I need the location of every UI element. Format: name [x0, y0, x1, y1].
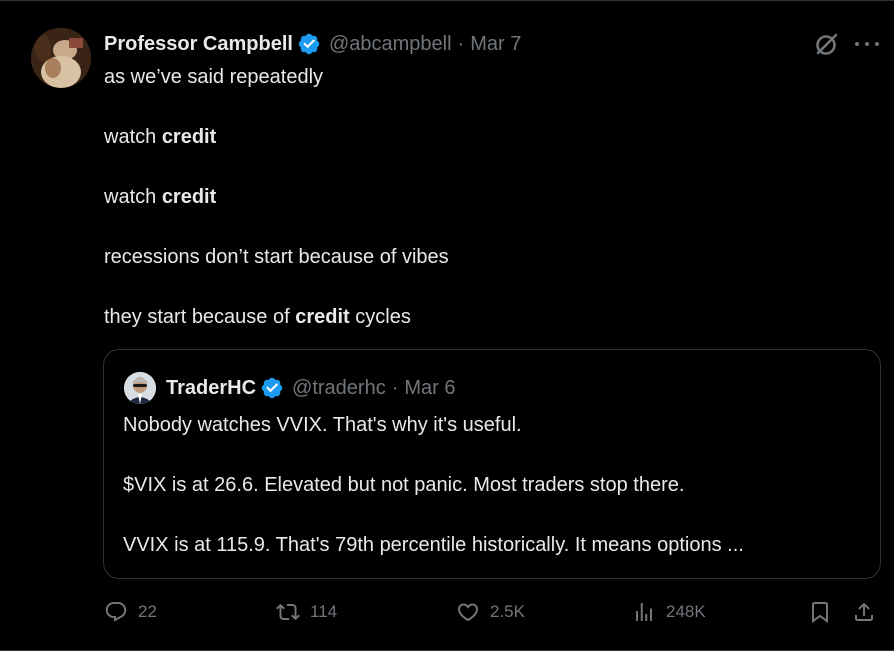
reply-button[interactable]: 22: [104, 597, 157, 627]
share-icon: [855, 602, 873, 621]
views-count: 248K: [666, 602, 706, 621]
quoted-tweet-text: Nobody watches VVIX. That's why it's use…: [123, 410, 863, 590]
tweet-paragraph: watch credit: [104, 186, 217, 208]
more-icon[interactable]: [855, 34, 879, 54]
quoted-tweet-paragraph: Nobody watches VVIX. That's why it's use…: [123, 414, 522, 436]
author-handle[interactable]: @abcampbell: [329, 33, 452, 56]
quoted-author-handle: @traderhc: [292, 376, 386, 399]
quoted-tweet-date: Mar 6: [404, 376, 456, 399]
painting-portrait-icon: [31, 28, 91, 88]
views-icon: [636, 603, 652, 621]
person-portrait-icon: [124, 372, 156, 404]
tweet-paragraph: recessions don’t start because of vibes: [104, 246, 449, 268]
quoted-author-display-name: TraderHC: [166, 376, 257, 399]
tweet[interactable]: Professor Campbell @abcampbell · Mar 7 a…: [0, 0, 894, 651]
quoted-author-avatar[interactable]: [124, 372, 156, 404]
grok-icon[interactable]: [814, 31, 840, 57]
verified-badge-icon: [261, 377, 283, 399]
quoted-tweet-paragraph: VVIX is at 115.9. That's 79th percentile…: [123, 534, 744, 556]
retweet-icon: [276, 603, 300, 621]
tweet-paragraph: watch credit: [104, 126, 217, 148]
tweet-text: as we’ve said repeatedly watch credit wa…: [104, 62, 864, 362]
author-display-name[interactable]: Professor Campbell: [104, 33, 293, 56]
like-button[interactable]: 2.5K: [456, 597, 525, 627]
views-button[interactable]: 248K: [632, 597, 706, 627]
quoted-tweet[interactable]: TraderHC @traderhc · Mar 6 Nobody watche…: [103, 349, 881, 579]
retweet-count: 114: [310, 602, 338, 621]
tweet-actions: 22 114 2.5K 248K: [104, 597, 880, 627]
verified-badge-icon[interactable]: [297, 32, 321, 56]
tweet-header: Professor Campbell @abcampbell · Mar 7: [104, 29, 521, 59]
tweet-paragraph: they start because of credit cycles: [104, 306, 411, 328]
heart-icon: [457, 603, 479, 622]
like-count: 2.5K: [490, 602, 525, 621]
separator-dot: ·: [391, 376, 399, 399]
share-button[interactable]: [852, 597, 876, 627]
retweet-button[interactable]: 114: [276, 597, 337, 627]
reply-icon: [105, 602, 127, 622]
reply-count: 22: [138, 602, 157, 621]
tweet-date[interactable]: Mar 7: [470, 33, 521, 56]
quoted-tweet-paragraph: $VIX is at 26.6. Elevated but not panic.…: [123, 474, 685, 496]
quoted-tweet-header: TraderHC @traderhc · Mar 6: [124, 372, 456, 404]
separator-dot: ·: [457, 32, 465, 55]
author-avatar[interactable]: [31, 28, 91, 88]
tweet-paragraph: as we’ve said repeatedly: [104, 66, 324, 88]
bookmark-button[interactable]: [808, 597, 832, 627]
bookmark-icon: [812, 602, 828, 623]
